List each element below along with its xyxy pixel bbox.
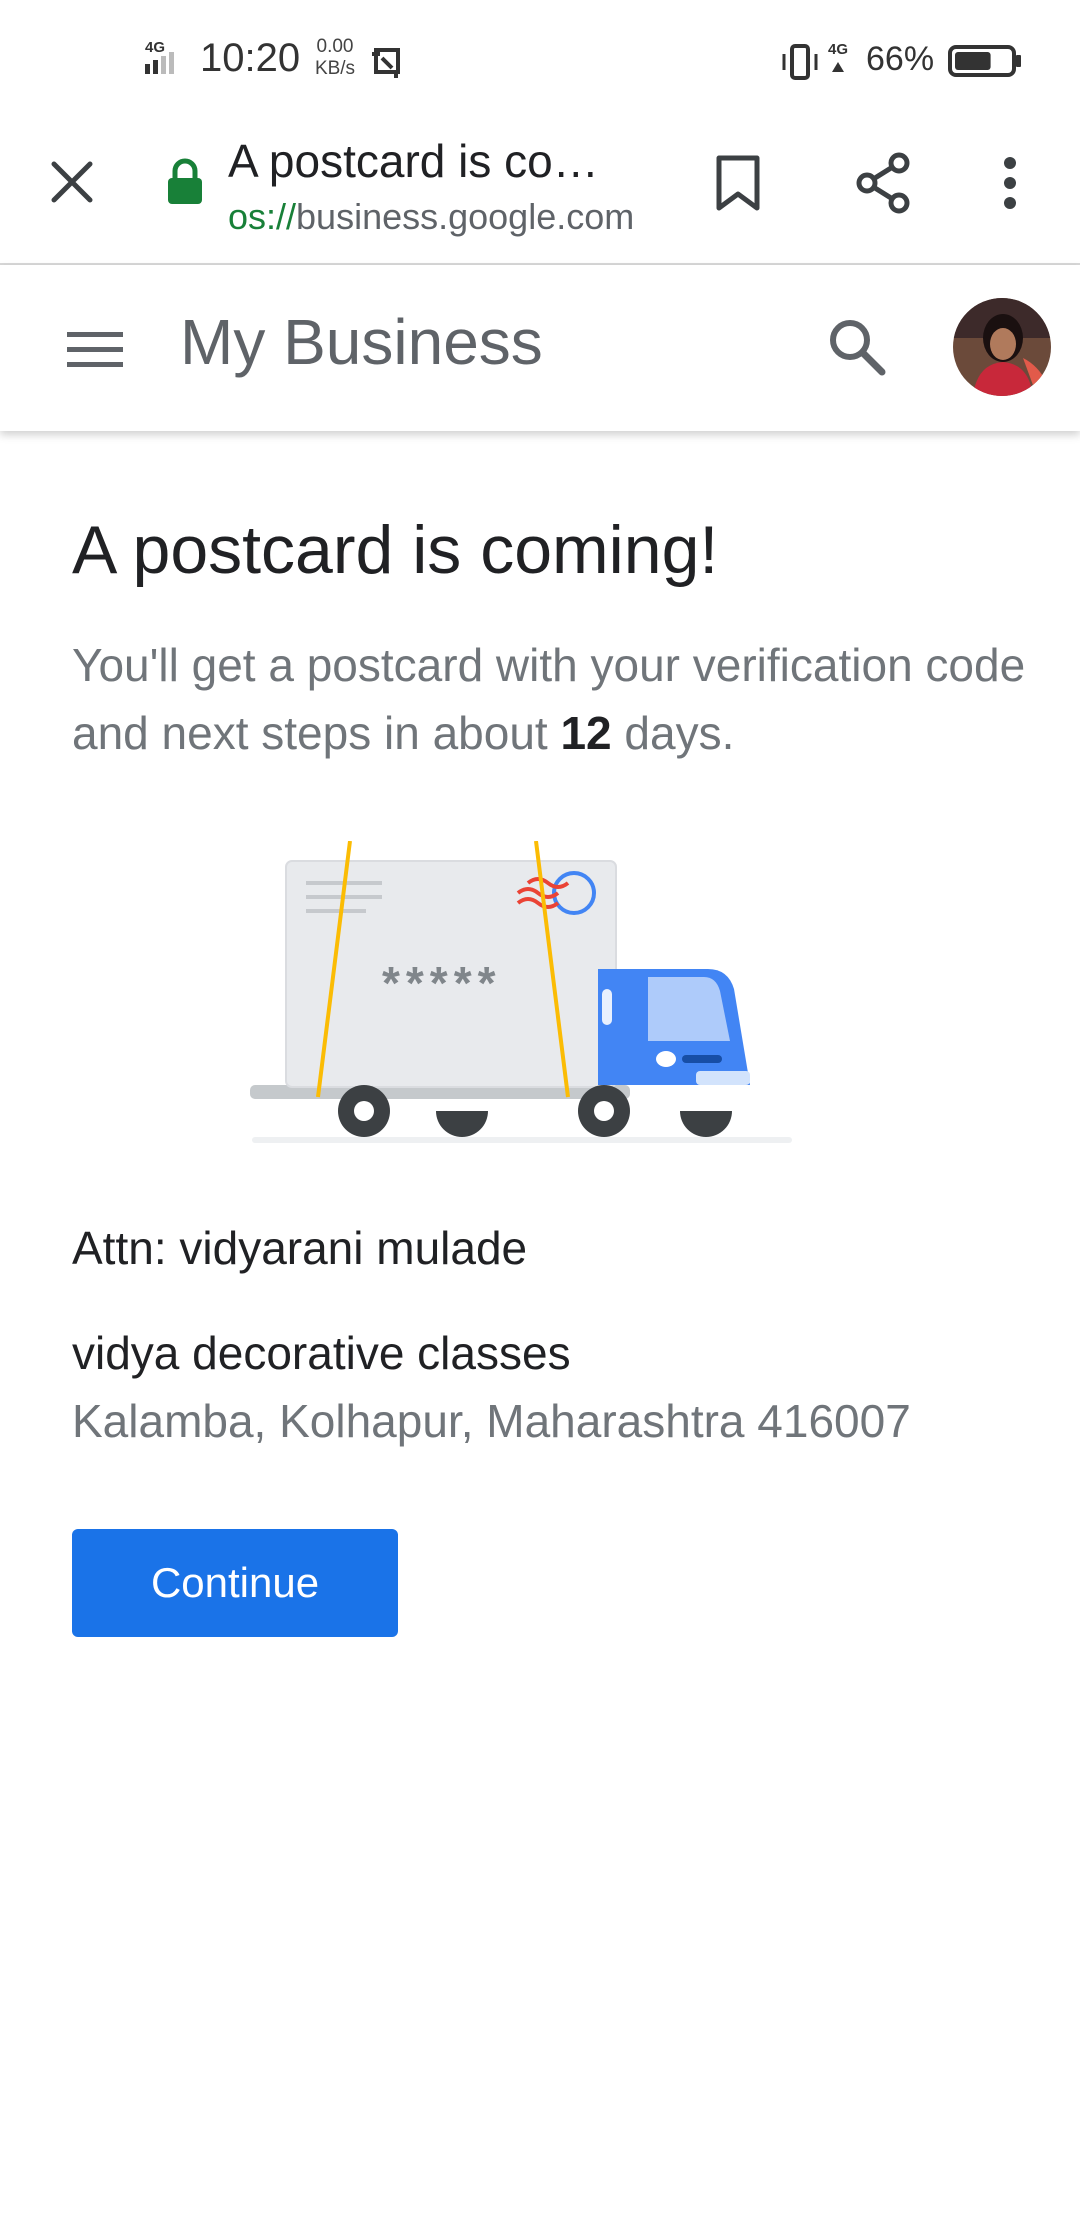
search-icon: [830, 320, 886, 376]
screenshot-icon: [372, 48, 400, 78]
verification-description: You'll get a postcard with your verifica…: [72, 631, 1032, 767]
app-title: My Business: [180, 306, 543, 378]
continue-button[interactable]: Continue: [72, 1529, 398, 1637]
avatar[interactable]: [953, 298, 1051, 396]
menu-icon: [67, 332, 123, 367]
page-url: os://business.google.com: [228, 196, 658, 238]
page-heading: A postcard is coming!: [72, 512, 719, 588]
app-header: My Business: [0, 265, 1080, 431]
share-button[interactable]: [848, 148, 918, 218]
cellular-signal-icon-right: 4G: [828, 41, 848, 72]
battery-percent: 66%: [866, 40, 935, 78]
lock-icon: [168, 158, 202, 204]
network-type-right: 4G: [828, 41, 848, 58]
status-bar: 4G 10:20 0.00 KB/s 4G 66%: [0, 0, 1080, 120]
network-speed-unit: KB/s: [314, 58, 356, 79]
description-text-start: You'll get a postcard with your verifica…: [72, 639, 1026, 759]
vibrate-icon: [782, 44, 818, 80]
network-type-left: 4G: [145, 39, 165, 56]
more-vert-icon: [1004, 157, 1016, 209]
menu-button[interactable]: [60, 315, 130, 385]
bookmark-icon: [716, 155, 760, 211]
more-options-button[interactable]: [980, 148, 1040, 218]
url-host: business.google.com: [296, 196, 635, 237]
cellular-signal-icon: 4G: [145, 39, 174, 74]
business-address: Kalamba, Kolhapur, Maharashtra 416007: [72, 1395, 911, 1447]
bookmark-button[interactable]: [706, 148, 770, 218]
profile-photo: [953, 298, 1051, 396]
page-title: A postcard is co…: [228, 135, 599, 187]
close-icon: [51, 161, 93, 203]
delivery-days: 12: [560, 707, 612, 759]
business-name: vidya decorative classes: [72, 1327, 571, 1379]
search-button[interactable]: [820, 310, 894, 384]
description-text-end: days.: [611, 707, 735, 759]
battery-icon: [948, 45, 1021, 77]
url-scheme: os://: [228, 196, 297, 237]
network-speed-value: 0.00: [316, 36, 354, 57]
postcard-truck-illustration: *****: [250, 841, 792, 1143]
network-speed: 0.00 KB/s: [310, 36, 360, 80]
browser-toolbar: A postcard is co… os://business.google.c…: [0, 120, 1080, 265]
status-time: 10:20: [200, 36, 301, 80]
close-tab-button[interactable]: [40, 150, 104, 214]
attention-recipient: Attn: vidyarani mulade: [72, 1222, 528, 1274]
illustration-code: *****: [382, 957, 502, 1009]
share-icon: [856, 152, 910, 214]
